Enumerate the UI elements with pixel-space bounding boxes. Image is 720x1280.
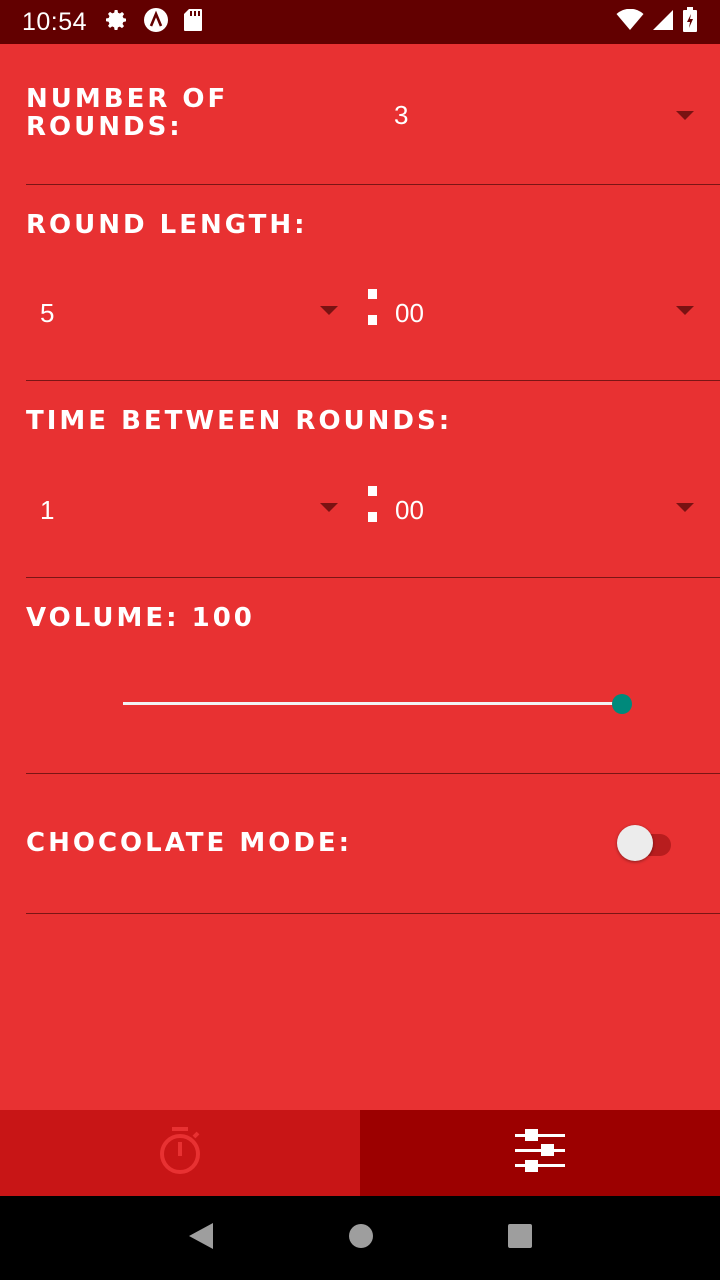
home-icon[interactable] <box>348 1223 374 1253</box>
tab-settings[interactable] <box>360 1110 720 1196</box>
volume-slider-thumb[interactable] <box>612 694 632 714</box>
time-between-minutes-value: 1 <box>40 495 55 525</box>
bottom-nav <box>0 1110 720 1196</box>
gear-icon <box>105 8 129 36</box>
status-right-icons <box>616 7 698 37</box>
divider <box>26 184 720 185</box>
stopwatch-icon <box>157 1125 203 1181</box>
rounds-label: Number of Rounds: <box>26 84 229 142</box>
time-colon <box>368 289 378 325</box>
round-length-minutes-dropdown[interactable]: 5 <box>26 282 352 342</box>
round-length-label: Round length: <box>26 210 308 240</box>
status-time: 10:54 <box>22 7 88 36</box>
a-logo-icon <box>143 7 169 37</box>
signal-icon <box>652 9 674 35</box>
divider <box>26 773 720 774</box>
settings-panel: Number of Rounds: 3 Round length: 5 00 T… <box>0 44 720 1110</box>
chevron-down-icon <box>676 503 694 512</box>
status-left-icons <box>105 7 203 37</box>
rounds-value: 3 <box>394 100 409 130</box>
round-length-seconds-dropdown[interactable]: 00 <box>382 282 710 342</box>
wifi-icon <box>616 8 644 35</box>
battery-icon <box>682 7 698 37</box>
back-icon[interactable] <box>187 1221 215 1255</box>
sliders-icon <box>515 1128 565 1178</box>
chocolate-mode-label: Chocolate mode: <box>26 828 353 858</box>
toggle-thumb <box>617 825 653 861</box>
time-between-seconds-value: 00 <box>395 495 424 525</box>
chevron-down-icon <box>320 503 338 512</box>
time-between-seconds-dropdown[interactable]: 00 <box>382 479 710 539</box>
tab-timer[interactable] <box>0 1110 360 1196</box>
time-between-minutes-dropdown[interactable]: 1 <box>26 479 352 539</box>
chevron-down-icon <box>320 306 338 315</box>
time-colon <box>368 486 378 522</box>
status-bar: 10:54 <box>0 0 720 44</box>
chocolate-mode-toggle[interactable] <box>617 825 675 861</box>
volume-slider-track <box>123 702 622 705</box>
round-length-seconds-value: 00 <box>395 298 424 328</box>
system-nav-bar <box>0 1196 720 1280</box>
chevron-down-icon <box>676 111 694 120</box>
volume-label: Volume: 100 <box>26 603 255 633</box>
sd-card-icon <box>183 8 203 36</box>
volume-slider[interactable] <box>112 688 642 720</box>
round-length-minutes-value: 5 <box>40 298 55 328</box>
rounds-dropdown[interactable]: 3 <box>380 84 710 144</box>
divider <box>26 913 720 914</box>
recents-icon[interactable] <box>507 1223 533 1253</box>
chevron-down-icon <box>676 306 694 315</box>
divider <box>26 577 720 578</box>
divider <box>26 380 720 381</box>
time-between-label: Time between rounds: <box>26 406 453 436</box>
